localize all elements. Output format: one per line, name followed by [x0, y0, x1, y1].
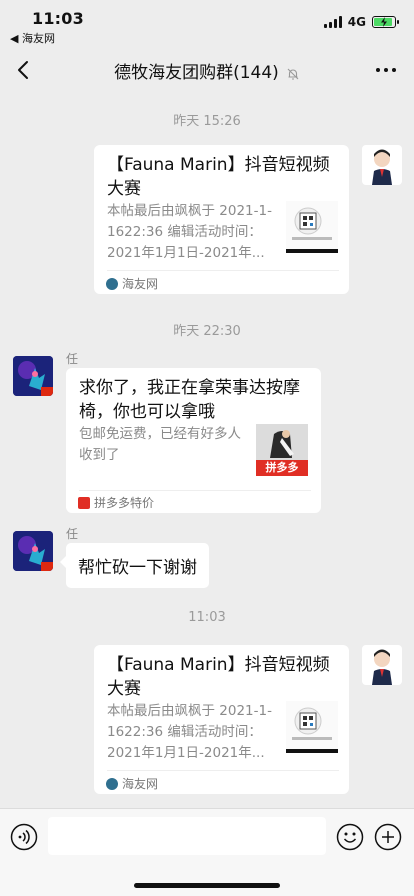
timestamp: 昨天 22:30: [173, 324, 241, 339]
timestamp: 11:03: [188, 610, 226, 625]
voice-icon[interactable]: [10, 823, 38, 851]
timestamp: 昨天 15:26: [173, 114, 241, 129]
product-thumbnail: 拼多多: [256, 424, 308, 476]
avatar[interactable]: [13, 356, 53, 396]
divider: [107, 770, 339, 771]
status-indicators: 4G: [323, 15, 399, 29]
network-type: 4G: [347, 15, 366, 29]
nav-title-wrap: 德牧海友团购群(144): [0, 58, 414, 83]
link-card[interactable]: 求你了，我正在拿荣事达按摩椅，你也可以拿哦 包邮免运费，已经有好多人收到了 拼多…: [66, 368, 321, 513]
nav-bar: 德牧海友团购群(144): [0, 46, 414, 96]
card-title: 【Fauna Marin】抖音短视频大赛: [107, 655, 330, 699]
avatar[interactable]: [362, 145, 402, 185]
plus-icon[interactable]: [374, 823, 402, 851]
back-to-app-link[interactable]: ◀ 海友网: [10, 30, 55, 46]
card-description: 本帖最后由飒枫于 2021-1-1622:36 编辑活动时间：2021年1月1日…: [107, 703, 272, 761]
signal-icon: [323, 16, 342, 28]
haiyou-logo-icon: [106, 777, 118, 790]
avatar[interactable]: [362, 645, 402, 685]
message-input[interactable]: [48, 817, 326, 855]
card-source-label: 海友网: [122, 277, 159, 291]
card-thumbnail: [286, 701, 338, 753]
card-thumbnail: [286, 201, 338, 253]
input-bar: [0, 808, 414, 896]
avatar[interactable]: [13, 531, 53, 571]
divider: [79, 490, 311, 491]
status-bar: 11:03 ◀ 海友网 4G: [0, 0, 414, 46]
chat-title[interactable]: 德牧海友团购群(144): [114, 63, 279, 83]
haiyou-logo-icon: [106, 277, 118, 290]
message-bubble[interactable]: 帮忙砍一下谢谢: [60, 543, 209, 588]
flag-icon: [41, 387, 53, 396]
link-card[interactable]: 【Fauna Marin】抖音短视频大赛 本帖最后由飒枫于 2021-1-162…: [94, 145, 349, 294]
card-source: 海友网: [106, 275, 158, 292]
link-card[interactable]: 【Fauna Marin】抖音短视频大赛 本帖最后由飒枫于 2021-1-162…: [94, 645, 349, 794]
card-source: 拼多多特价: [78, 494, 154, 511]
bell-slash-icon: [287, 68, 299, 80]
divider: [107, 270, 339, 271]
card-source: 海友网: [106, 775, 158, 792]
emoji-icon[interactable]: [336, 823, 364, 851]
home-indicator[interactable]: [134, 883, 280, 888]
card-title: 【Fauna Marin】抖音短视频大赛: [107, 155, 330, 199]
card-source-label: 海友网: [122, 777, 159, 791]
sender-name: 任: [66, 352, 79, 366]
flag-icon: [41, 562, 53, 571]
card-title: 求你了，我正在拿荣事达按摩椅，你也可以拿哦: [79, 378, 300, 422]
battery-icon: [372, 16, 399, 28]
ellipsis-icon[interactable]: [376, 68, 396, 72]
sender-name: 任: [66, 527, 79, 541]
pinduoduo-logo-icon: [78, 496, 90, 509]
card-description: 本帖最后由飒枫于 2021-1-1622:36 编辑活动时间：2021年1月1日…: [107, 203, 272, 261]
thumbnail-badge: 拼多多: [256, 460, 308, 476]
status-time: 11:03: [32, 9, 84, 28]
card-source-label: 拼多多特价: [94, 496, 155, 510]
card-description: 包邮免运费，已经有好多人收到了: [79, 426, 241, 463]
